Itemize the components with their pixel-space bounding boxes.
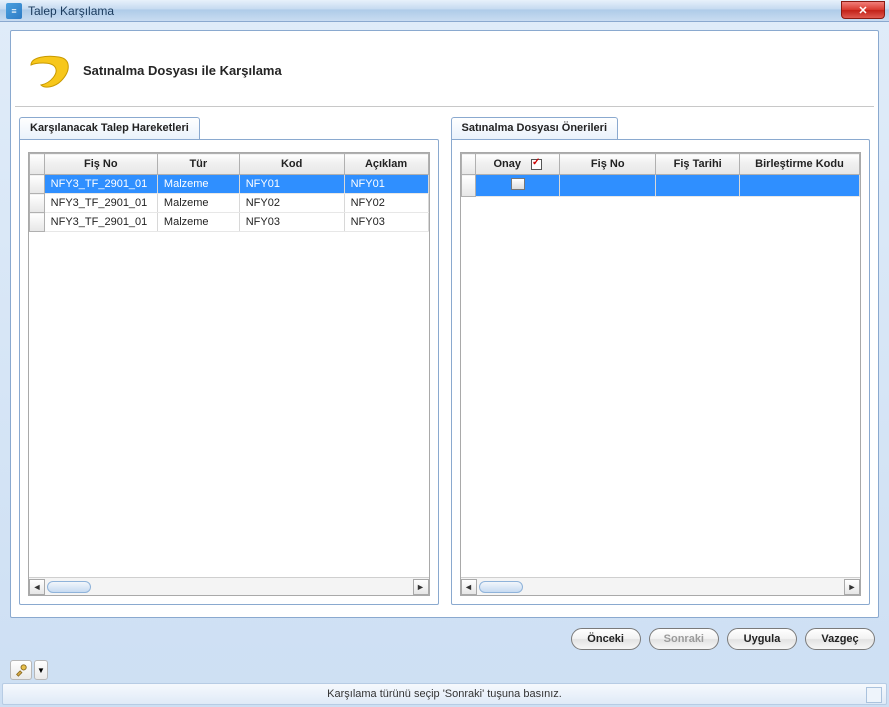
row-indicator[interactable] <box>30 175 45 194</box>
table-row[interactable]: NFY3_TF_2901_01 Malzeme NFY01 NFY01 <box>30 175 429 194</box>
chevron-down-icon: ▼ <box>37 666 45 675</box>
close-button[interactable]: ✕ <box>841 1 885 19</box>
row-indicator[interactable] <box>30 194 45 213</box>
scroll-track[interactable] <box>477 579 845 595</box>
right-col-onay[interactable]: Onay <box>476 154 560 175</box>
cell-fisno[interactable] <box>560 175 656 197</box>
right-panel-tab[interactable]: Satınalma Dosyası Önerileri <box>451 117 619 139</box>
panels-row: Karşılanacak Talep Hareketleri <box>11 107 878 613</box>
row-indicator[interactable] <box>30 213 45 232</box>
cell-fisno[interactable]: NFY3_TF_2901_01 <box>44 213 157 232</box>
table-row[interactable]: NFY3_TF_2901_01 Malzeme NFY03 NFY03 <box>30 213 429 232</box>
wizard-buttons: Önceki Sonraki Uygula Vazgeç <box>10 624 879 650</box>
left-col-rowhead[interactable] <box>30 154 45 175</box>
settings-icon <box>14 663 28 677</box>
left-col-kod[interactable]: Kod <box>239 154 344 175</box>
row-indicator[interactable] <box>461 175 476 197</box>
right-col-tarih[interactable]: Fiş Tarihi <box>656 154 740 175</box>
left-col-fisno[interactable]: Fiş No <box>44 154 157 175</box>
scroll-thumb[interactable] <box>479 581 523 593</box>
scroll-track[interactable] <box>45 579 413 595</box>
right-panel: Satınalma Dosyası Önerileri <box>451 117 871 605</box>
apply-button[interactable]: Uygula <box>727 628 797 650</box>
main-card: Satınalma Dosyası ile Karşılama Karşılan… <box>10 30 879 618</box>
wizard-header: Satınalma Dosyası ile Karşılama <box>15 35 874 107</box>
right-col-fisno[interactable]: Fiş No <box>560 154 656 175</box>
prev-button[interactable]: Önceki <box>571 628 641 650</box>
onay-cell-checkbox-icon[interactable] <box>511 178 525 190</box>
cell-onay[interactable] <box>476 175 560 197</box>
wizard-title: Satınalma Dosyası ile Karşılama <box>83 63 282 78</box>
titlebar: ≡ Talep Karşılama ✕ <box>0 0 889 22</box>
table-row[interactable]: NFY3_TF_2901_01 Malzeme NFY02 NFY02 <box>30 194 429 213</box>
table-row[interactable] <box>461 175 860 197</box>
resize-grip-icon[interactable] <box>866 687 882 703</box>
cell-kod[interactable]: NFY02 <box>239 194 344 213</box>
cell-fisno[interactable]: NFY3_TF_2901_01 <box>44 194 157 213</box>
next-button[interactable]: Sonraki <box>649 628 719 650</box>
settings-tool-button[interactable] <box>10 660 32 680</box>
cell-acik[interactable]: NFY03 <box>344 213 428 232</box>
cancel-button[interactable]: Vazgeç <box>805 628 875 650</box>
right-grid[interactable]: Onay Fiş No Fiş Tarihi Birleştirme Kodu <box>460 152 862 596</box>
left-panel-tab[interactable]: Karşılanacak Talep Hareketleri <box>19 117 200 139</box>
right-col-rowhead[interactable] <box>461 154 476 175</box>
right-hscrollbar[interactable]: ◄ ► <box>461 577 861 595</box>
left-panel-body: Fiş No Tür Kod Açıklam NFY3_TF_2901_01 <box>19 139 439 605</box>
scroll-right-arrow-icon[interactable]: ► <box>413 579 429 595</box>
app-icon: ≡ <box>6 3 22 19</box>
cell-kod[interactable]: NFY03 <box>239 213 344 232</box>
right-col-onay-label: Onay <box>494 158 522 170</box>
right-panel-body: Onay Fiş No Fiş Tarihi Birleştirme Kodu <box>451 139 871 605</box>
left-panel: Karşılanacak Talep Hareketleri <box>19 117 439 605</box>
status-text: Karşılama türünü seçip 'Sonraki' tuşuna … <box>327 688 562 700</box>
close-icon: ✕ <box>858 4 867 17</box>
settings-dropdown-button[interactable]: ▼ <box>34 660 48 680</box>
statusbar: Karşılama türünü seçip 'Sonraki' tuşuna … <box>2 683 887 705</box>
tool-row: ▼ <box>10 660 879 680</box>
scroll-thumb[interactable] <box>47 581 91 593</box>
footer: Önceki Sonraki Uygula Vazgeç ▼ <box>10 624 879 672</box>
scroll-left-arrow-icon[interactable]: ◄ <box>29 579 45 595</box>
onay-header-checkbox-icon[interactable] <box>531 159 542 170</box>
right-col-birles[interactable]: Birleştirme Kodu <box>739 154 859 175</box>
left-col-tur[interactable]: Tür <box>157 154 239 175</box>
cell-tarih[interactable] <box>656 175 740 197</box>
cell-tur[interactable]: Malzeme <box>157 213 239 232</box>
cell-birles[interactable] <box>739 175 859 197</box>
left-col-acik[interactable]: Açıklam <box>344 154 428 175</box>
cell-kod[interactable]: NFY01 <box>239 175 344 194</box>
left-grid[interactable]: Fiş No Tür Kod Açıklam NFY3_TF_2901_01 <box>28 152 430 596</box>
left-hscrollbar[interactable]: ◄ ► <box>29 577 429 595</box>
cell-tur[interactable]: Malzeme <box>157 194 239 213</box>
window-title: Talep Karşılama <box>28 4 114 18</box>
wizard-logo-icon <box>25 51 73 91</box>
cell-acik[interactable]: NFY01 <box>344 175 428 194</box>
scroll-right-arrow-icon[interactable]: ► <box>844 579 860 595</box>
cell-tur[interactable]: Malzeme <box>157 175 239 194</box>
scroll-left-arrow-icon[interactable]: ◄ <box>461 579 477 595</box>
cell-acik[interactable]: NFY02 <box>344 194 428 213</box>
cell-fisno[interactable]: NFY3_TF_2901_01 <box>44 175 157 194</box>
